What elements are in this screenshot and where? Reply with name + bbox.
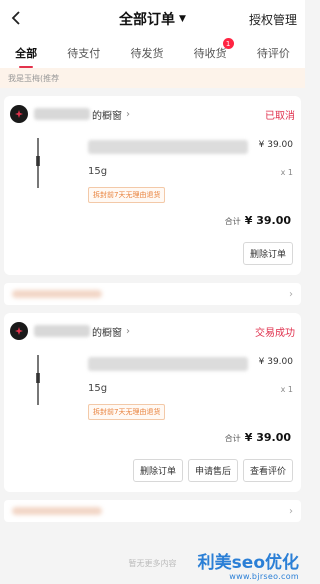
page-title: 全部订单 [119, 12, 176, 28]
blurred-product-title [88, 140, 248, 154]
return-policy-tag: 拆封前7天无理由退货 [88, 404, 166, 420]
blurred-recommendation [12, 507, 102, 515]
back-arrow-icon[interactable] [6, 8, 26, 28]
site-watermark: 利美seo优化 www.bjrseo.com [198, 554, 299, 581]
order-actions: 删除订单 [4, 240, 301, 275]
order-status-tabs: 全部 待支付 待发货 待收货 1 待评价 [0, 38, 305, 68]
total-label: 合计 [224, 217, 241, 226]
order-card: 的橱窗 › 交易成功 ¥ 39.00 15g x 1 拆封前7天无理由退货 合计… [4, 313, 301, 492]
delete-order-button[interactable]: 删除订单 [132, 459, 183, 482]
shop-logo-icon [10, 105, 28, 123]
product-thumbnail [34, 355, 42, 405]
shop-header[interactable]: 的橱窗 › 已取消 [4, 96, 301, 132]
chevron-right-icon: › [289, 288, 293, 300]
return-policy-tag: 拆封前7天无理由退货 [88, 187, 166, 203]
item-price: ¥ 39.00 [258, 357, 293, 367]
blurred-product-title [88, 357, 248, 371]
order-filter-dropdown[interactable]: 全部订单 ▼ [119, 9, 186, 29]
promo-strip[interactable]: 我是玉梅(推荐 [0, 68, 305, 88]
item-price: ¥ 39.00 [258, 140, 293, 150]
item-quantity: x 1 [280, 385, 293, 394]
shop-label: 的橱窗 [92, 327, 122, 339]
blurred-shop-name [34, 108, 90, 120]
watermark-title: 利美seo优化 [197, 553, 299, 573]
order-status: 交易成功 [255, 327, 295, 339]
order-item[interactable]: ¥ 39.00 15g x 1 拆封前7天无理由退货 [4, 349, 301, 431]
total-label: 合计 [224, 434, 241, 443]
shop-header[interactable]: 的橱窗 › 交易成功 [4, 313, 301, 349]
item-spec: 15g [88, 166, 108, 177]
caret-down-icon: ▼ [179, 14, 186, 24]
top-navigation-bar: 全部订单 ▼ 授权管理 [0, 0, 305, 38]
auth-management-button[interactable]: 授权管理 [249, 11, 297, 28]
tab-pending-shipment[interactable]: 待发货 [128, 45, 165, 61]
chevron-right-icon: › [126, 325, 130, 337]
promo-text: 我是玉梅(推荐 [8, 74, 60, 83]
blurred-shop-name [34, 325, 90, 337]
recommend-bar[interactable]: › [4, 500, 301, 522]
blurred-recommendation [12, 290, 102, 298]
order-total: 合计 ¥ 39.00 [4, 214, 301, 240]
order-total: 合计 ¥ 39.00 [4, 431, 301, 457]
product-thumbnail [34, 138, 42, 188]
shop-logo-icon [10, 322, 28, 340]
delete-order-button[interactable]: 删除订单 [242, 242, 293, 265]
total-amount: ¥ 39.00 [244, 214, 291, 227]
tab-all[interactable]: 全部 [13, 45, 39, 61]
order-actions: 删除订单 申请售后 查看评价 [4, 457, 301, 492]
total-amount: ¥ 39.00 [244, 431, 291, 444]
item-spec: 15g [88, 383, 108, 394]
recommend-bar[interactable]: › [4, 283, 301, 305]
notification-badge: 1 [222, 38, 234, 49]
watermark-url: www.bjrseo.com [229, 572, 299, 581]
view-review-button[interactable]: 查看评价 [242, 459, 293, 482]
item-quantity: x 1 [280, 168, 293, 177]
shop-label: 的橱窗 [92, 110, 122, 122]
order-item[interactable]: ¥ 39.00 15g x 1 拆封前7天无理由退货 [4, 132, 301, 214]
order-status: 已取消 [265, 110, 295, 122]
order-card: 的橱窗 › 已取消 ¥ 39.00 15g x 1 拆封前7天无理由退货 合计 … [4, 96, 301, 275]
tab-pending-review[interactable]: 待评价 [255, 45, 292, 61]
tab-pending-receipt[interactable]: 待收货 1 [192, 38, 234, 61]
tab-pending-payment[interactable]: 待支付 [65, 45, 102, 61]
chevron-right-icon: › [289, 505, 293, 517]
chevron-right-icon: › [126, 108, 130, 120]
request-after-sales-button[interactable]: 申请售后 [187, 459, 238, 482]
